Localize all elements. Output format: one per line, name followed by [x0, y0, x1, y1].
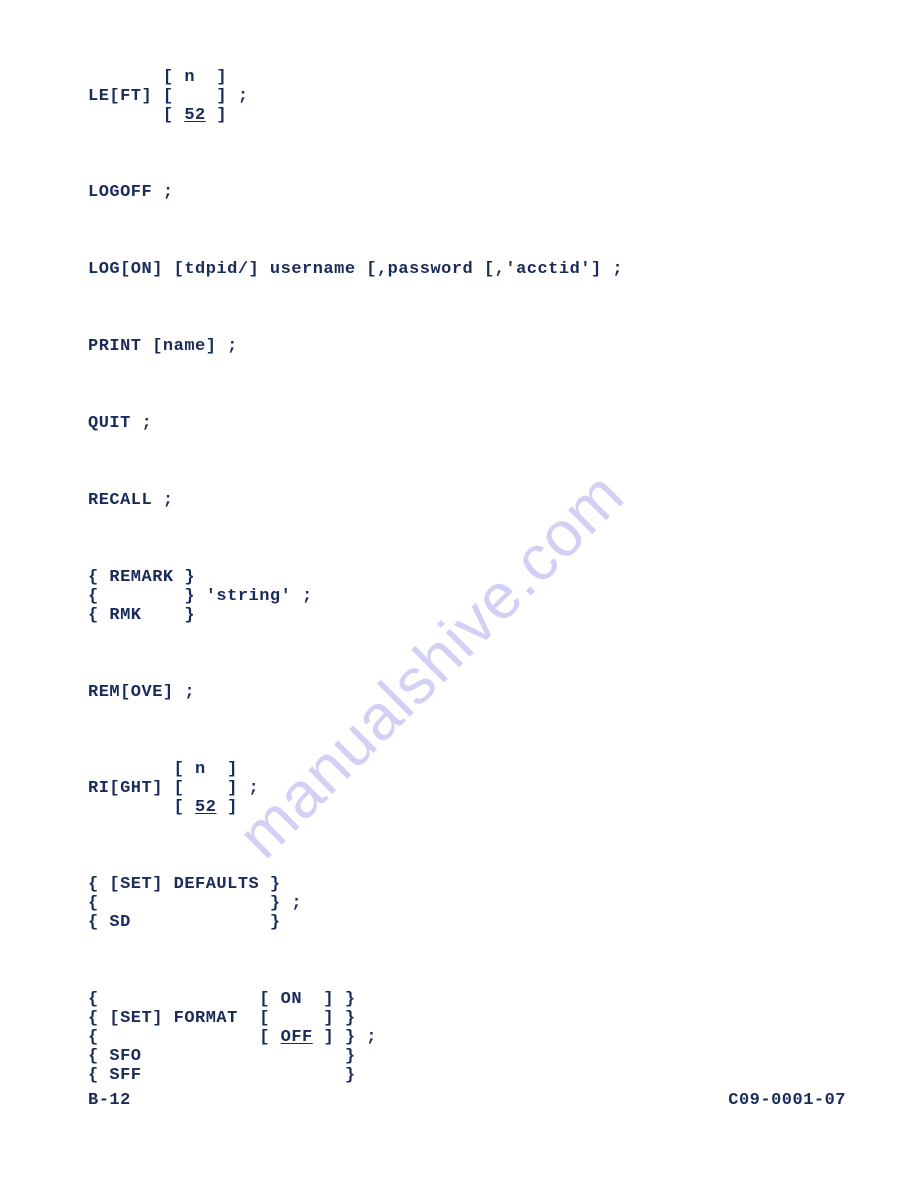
- code-line-part: [: [88, 106, 184, 125]
- page-footer: B-12 C09-0001-07: [88, 1091, 846, 1110]
- syntax-print: PRINT [name] ;: [88, 337, 838, 356]
- code-line-part: ]: [216, 798, 237, 817]
- code-line: { } ;: [88, 894, 302, 913]
- code-line: QUIT ;: [88, 414, 152, 433]
- syntax-set-defaults: { [SET] DEFAULTS } { } ; { SD }: [88, 875, 838, 932]
- default-value: 52: [195, 798, 216, 817]
- code-line: LOGOFF ;: [88, 183, 174, 202]
- page-number-right: C09-0001-07: [728, 1091, 846, 1110]
- syntax-logon: LOG[ON] [tdpid/] username [,password [,'…: [88, 260, 838, 279]
- code-line: { RMK }: [88, 606, 195, 625]
- code-line: RECALL ;: [88, 491, 174, 510]
- default-value: OFF: [281, 1028, 313, 1047]
- code-line: REM[OVE] ;: [88, 683, 195, 702]
- code-line: { SFO }: [88, 1047, 356, 1066]
- default-value: 52: [184, 106, 205, 125]
- code-line: { [SET] FORMAT [ ] }: [88, 1009, 356, 1028]
- code-line: PRINT [name] ;: [88, 337, 238, 356]
- page-number-left: B-12: [88, 1091, 131, 1110]
- code-line: RI[GHT] [ ] ;: [88, 779, 259, 798]
- code-line: [ n ]: [88, 760, 238, 779]
- code-line: LOG[ON] [tdpid/] username [,password [,'…: [88, 260, 623, 279]
- document-page: manualshive.com [ n ] LE[FT] [ ] ; [ 52 …: [0, 0, 918, 1188]
- syntax-right: [ n ] RI[GHT] [ ] ; [ 52 ]: [88, 760, 838, 817]
- syntax-set-format: { [ ON ] } { [SET] FORMAT [ ] } { [ OFF …: [88, 990, 838, 1085]
- page-content: [ n ] LE[FT] [ ] ; [ 52 ] LOGOFF ; LOG[O…: [88, 68, 838, 1085]
- code-line: { [ ON ] }: [88, 990, 356, 1009]
- syntax-quit: QUIT ;: [88, 414, 838, 433]
- code-line: { REMARK }: [88, 568, 195, 587]
- code-line-part: ]: [206, 106, 227, 125]
- syntax-remove: REM[OVE] ;: [88, 683, 838, 702]
- code-line-part: { [: [88, 1028, 281, 1047]
- code-line: { SD }: [88, 913, 281, 932]
- syntax-logoff: LOGOFF ;: [88, 183, 838, 202]
- syntax-remark: { REMARK } { } 'string' ; { RMK }: [88, 568, 838, 625]
- code-line-part: ] } ;: [313, 1028, 377, 1047]
- syntax-recall: RECALL ;: [88, 491, 838, 510]
- code-line: LE[FT] [ ] ;: [88, 87, 249, 106]
- syntax-left: [ n ] LE[FT] [ ] ; [ 52 ]: [88, 68, 838, 125]
- code-line: { [SET] DEFAULTS }: [88, 875, 281, 894]
- code-line: { } 'string' ;: [88, 587, 313, 606]
- code-line: { SFF }: [88, 1066, 356, 1085]
- code-line-part: [: [88, 798, 195, 817]
- code-line: [ n ]: [88, 68, 227, 87]
